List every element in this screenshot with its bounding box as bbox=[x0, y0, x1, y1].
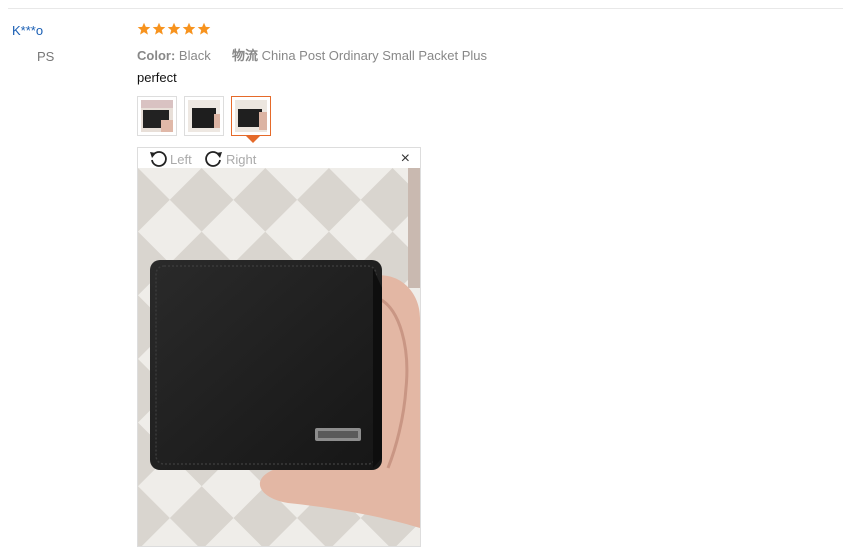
rotate-right-icon bbox=[205, 151, 222, 167]
active-thumbnail-indicator bbox=[246, 136, 260, 143]
photo-viewer: Left Right × bbox=[137, 147, 421, 547]
viewer-toolbar: Left Right × bbox=[138, 148, 420, 168]
rotate-right-button[interactable]: Right bbox=[204, 149, 256, 169]
reviewer-name-link[interactable]: K***o bbox=[12, 23, 43, 38]
close-viewer-button[interactable]: × bbox=[401, 149, 410, 169]
star-icon bbox=[137, 22, 151, 35]
shipping-value: China Post Ordinary Small Packet Plus bbox=[261, 48, 488, 63]
top-divider bbox=[8, 8, 843, 9]
review-text: perfect bbox=[137, 70, 177, 85]
rotate-left-button[interactable]: Left bbox=[148, 149, 192, 169]
review-photo-thumbnail-3[interactable] bbox=[231, 96, 271, 136]
rotate-left-label: Left bbox=[170, 151, 192, 167]
star-rating bbox=[137, 22, 211, 36]
review-photo-thumbnail-1[interactable] bbox=[137, 96, 177, 136]
rotate-right-label: Right bbox=[226, 151, 257, 167]
rotate-left-icon bbox=[150, 151, 167, 167]
color-label: Color: bbox=[137, 48, 176, 63]
color-value: Black bbox=[178, 48, 211, 63]
star-icon bbox=[197, 22, 211, 35]
wallet-photo bbox=[138, 168, 420, 546]
shipping-label: 物流 bbox=[231, 48, 258, 63]
star-icon bbox=[167, 22, 181, 35]
review-photo-large bbox=[138, 168, 420, 546]
star-icon bbox=[182, 22, 196, 35]
order-details: Color: Black 物流 China Post Ordinary Smal… bbox=[137, 45, 487, 64]
review-photo-thumbnail-2[interactable] bbox=[184, 96, 224, 136]
star-icon bbox=[152, 22, 166, 35]
reviewer-country: PS bbox=[37, 49, 55, 64]
